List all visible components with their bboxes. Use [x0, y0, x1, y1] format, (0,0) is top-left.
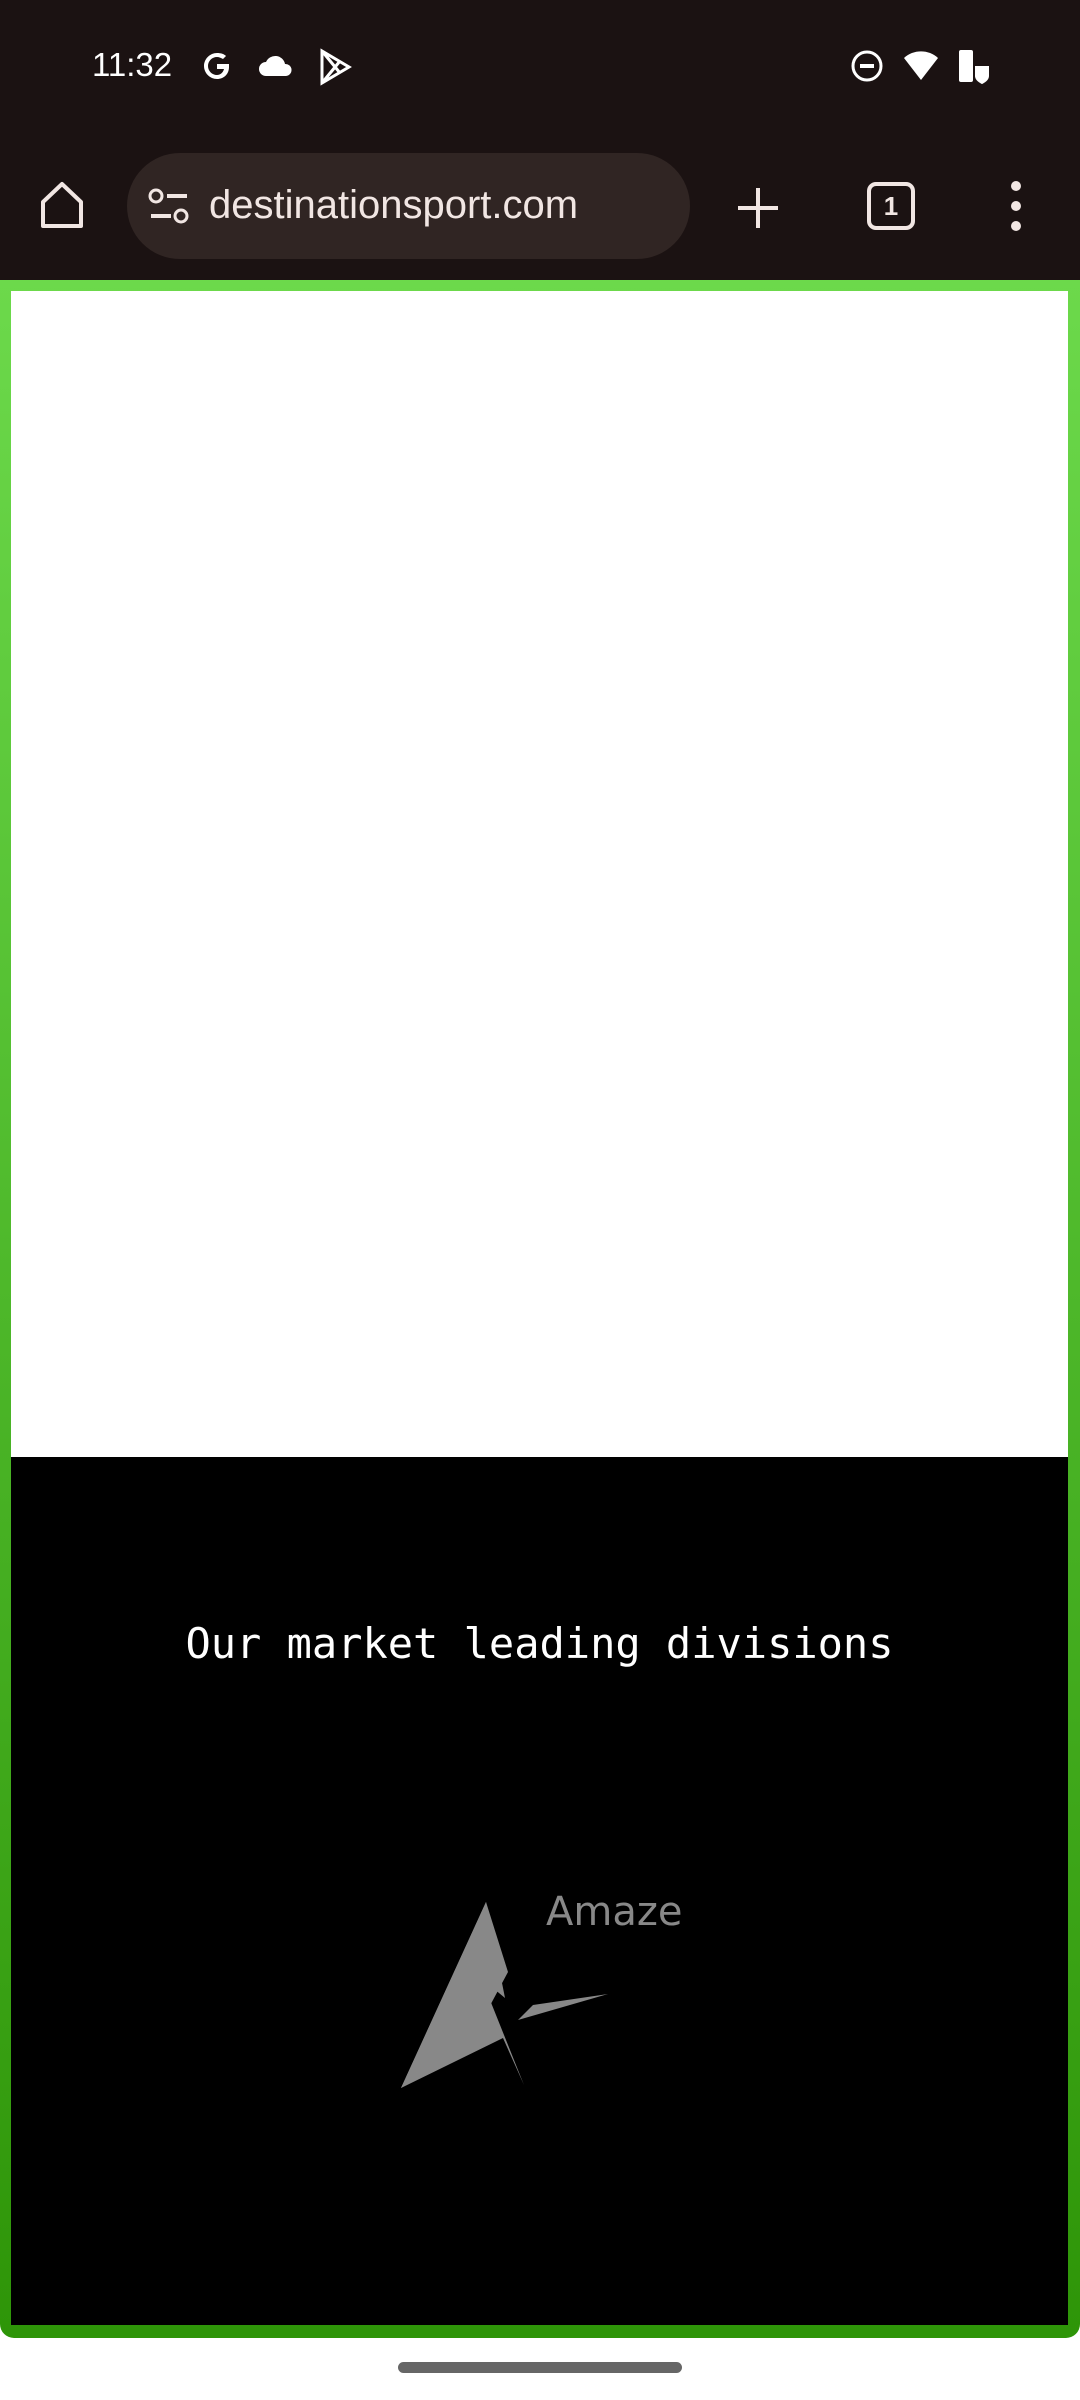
play-store-icon	[320, 48, 352, 86]
divisions-section: Our market leading divisions Amaze	[11, 1457, 1068, 2325]
wifi-icon	[904, 51, 938, 80]
tabs-button[interactable]: 1	[867, 182, 915, 230]
clock: 11:32	[92, 46, 173, 83]
tab-count: 1	[883, 191, 899, 221]
section-heading: Our market leading divisions	[185, 1619, 894, 1668]
site-settings-icon[interactable]	[147, 187, 191, 227]
address-bar[interactable]: destinationsport.com	[127, 153, 690, 259]
cloud-icon	[259, 55, 292, 76]
gesture-nav-handle[interactable]	[398, 2362, 682, 2373]
home-icon[interactable]	[38, 180, 86, 230]
new-tab-icon[interactable]	[736, 186, 780, 230]
more-icon[interactable]	[1006, 180, 1026, 232]
logo-text: Amaze	[546, 1889, 683, 1935]
browser-toolbar: destinationsport.com 1	[0, 130, 1080, 280]
battery-charging-icon	[959, 50, 989, 84]
dnd-icon	[851, 50, 883, 82]
hero-blank-area	[11, 291, 1068, 1457]
google-icon	[204, 53, 229, 79]
url-text[interactable]: destinationsport.com	[209, 183, 578, 228]
status-bar: 11:32	[0, 0, 1080, 130]
web-content-frame: Our market leading divisions Amaze	[0, 280, 1080, 2338]
